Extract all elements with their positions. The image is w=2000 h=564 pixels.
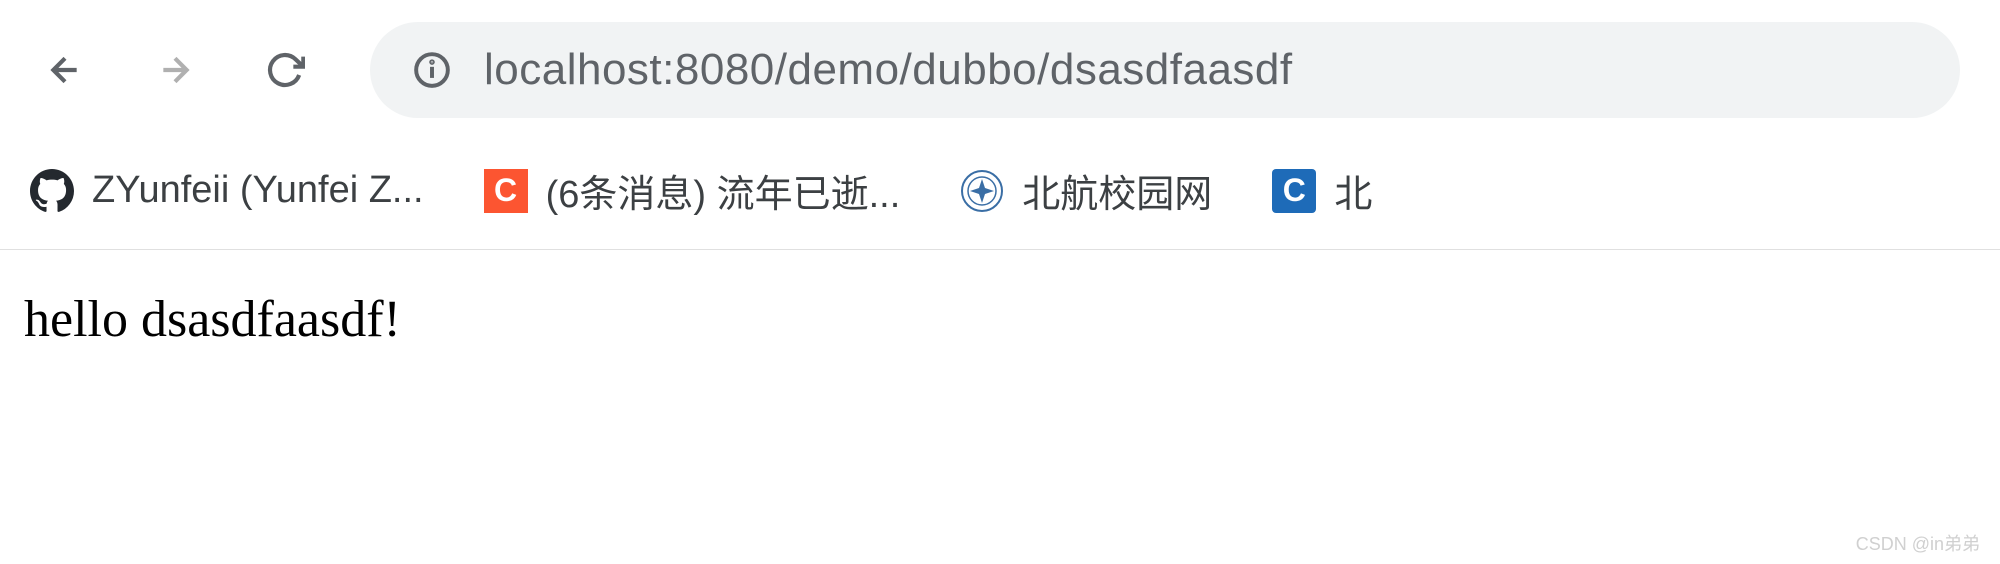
arrow-left-icon bbox=[45, 50, 85, 90]
nav-controls bbox=[40, 45, 310, 95]
bookmark-csdn-blue[interactable]: C 北 bbox=[1272, 163, 1372, 218]
buaa-icon bbox=[960, 169, 1004, 213]
csdn-blue-icon: C bbox=[1272, 169, 1316, 213]
github-icon bbox=[30, 169, 74, 213]
address-bar[interactable]: localhost:8080/demo/dubbo/dsasdfaasdf bbox=[370, 22, 1960, 118]
bookmark-label: (6条消息) 流年已逝... bbox=[546, 163, 901, 218]
page-body-text: hello dsasdfaasdf! bbox=[24, 290, 1976, 349]
back-button[interactable] bbox=[40, 45, 90, 95]
bookmark-csdn-red[interactable]: C (6条消息) 流年已逝... bbox=[484, 163, 901, 218]
watermark: CSDN @in弟弟 bbox=[1856, 530, 1980, 556]
bookmark-label: 北航校园网 bbox=[1022, 163, 1212, 218]
bookmark-github[interactable]: ZYunfeii (Yunfei Z... bbox=[30, 169, 424, 213]
bookmark-buaa[interactable]: 北航校园网 bbox=[960, 163, 1212, 218]
bookmarks-bar: ZYunfeii (Yunfei Z... C (6条消息) 流年已逝... 北… bbox=[0, 140, 2000, 250]
page-content: hello dsasdfaasdf! bbox=[0, 250, 2000, 389]
reload-button[interactable] bbox=[260, 45, 310, 95]
url-text: localhost:8080/demo/dubbo/dsasdfaasdf bbox=[484, 45, 1293, 95]
arrow-right-icon bbox=[155, 50, 195, 90]
csdn-red-icon: C bbox=[484, 169, 528, 213]
forward-button[interactable] bbox=[150, 45, 200, 95]
bookmark-label: ZYunfeii (Yunfei Z... bbox=[92, 169, 424, 212]
site-info-icon[interactable] bbox=[410, 48, 454, 92]
reload-icon bbox=[265, 50, 305, 90]
bookmark-label: 北 bbox=[1334, 163, 1372, 218]
browser-toolbar: localhost:8080/demo/dubbo/dsasdfaasdf bbox=[0, 0, 2000, 140]
